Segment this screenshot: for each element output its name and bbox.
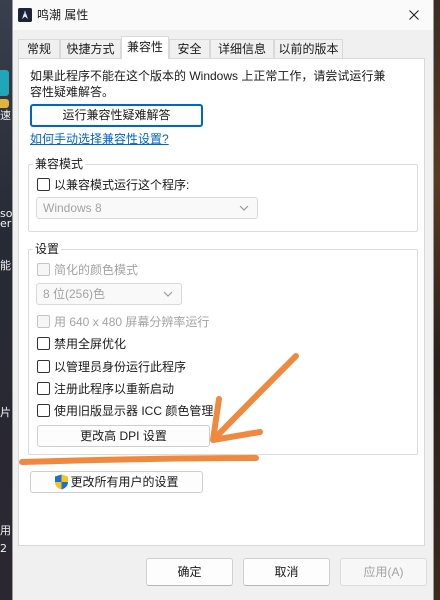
desktop-label-fragment: 2: [0, 542, 7, 555]
tab-compatibility[interactable]: 兼容性: [121, 36, 169, 59]
checkbox-label: 注册此程序以重新启动: [54, 381, 175, 396]
reduced-color-checkbox[interactable]: [37, 262, 50, 276]
apply-button[interactable]: 应用(A): [340, 558, 427, 586]
window-title: 鸣潮 属性: [37, 8, 89, 22]
intro-line: 如果此程序不能在这个版本的 Windows 上正常工作，请尝试运行兼: [30, 69, 386, 83]
group-title: 兼容模式: [33, 156, 86, 172]
chevron-down-icon: [239, 205, 249, 211]
run-as-admin-checkbox[interactable]: [37, 359, 50, 373]
checkbox-label: 用 640 x 480 屏幕分辨率运行: [54, 314, 210, 329]
properties-dialog: 鸣潮 属性 常规 快捷方式 兼容性 安全 详细信息 以前的版本 如果此程序不能在…: [12, 0, 434, 600]
tab-shortcut[interactable]: 快捷方式: [60, 39, 121, 59]
select-value: 8 位(256)色: [43, 287, 106, 301]
uac-shield-icon: [55, 474, 69, 490]
chevron-down-icon: [163, 291, 173, 297]
register-restart-row[interactable]: 注册此程序以重新启动: [37, 380, 174, 396]
manual-settings-link[interactable]: 如何手动选择兼容性设置?: [30, 131, 169, 147]
compat-os-select[interactable]: Windows 8: [36, 197, 258, 219]
legacy-icc-row[interactable]: 使用旧版显示器 ICC 颜色管理: [37, 402, 213, 418]
ok-button[interactable]: 确定: [146, 558, 233, 586]
desktop-app-icon[interactable]: [0, 70, 9, 96]
change-all-users-button[interactable]: 更改所有用户的设置: [30, 471, 203, 493]
legacy-icc-checkbox[interactable]: [37, 403, 50, 417]
tab-general[interactable]: 常规: [18, 39, 60, 59]
checkbox-label: 以管理员身份运行此程序: [54, 359, 187, 374]
title-bar[interactable]: 鸣潮 属性: [13, 0, 433, 30]
compatibility-panel: 如果此程序不能在这个版本的 Windows 上正常工作，请尝试运行兼 容性疑难解…: [18, 58, 425, 546]
checkbox-label: 简化的颜色模式: [54, 262, 139, 277]
intro-line: 容性疑难解答。: [30, 85, 115, 99]
run-troubleshooter-button[interactable]: 运行兼容性疑难解答: [30, 104, 203, 127]
low-resolution-checkbox[interactable]: [37, 314, 50, 328]
desktop-app-icon[interactable]: [0, 99, 9, 108]
change-high-dpi-button[interactable]: 更改高 DPI 设置: [37, 425, 210, 447]
color-depth-select[interactable]: 8 位(256)色: [36, 283, 182, 305]
app-icon: [18, 8, 32, 22]
compat-mode-checkbox-row[interactable]: 以兼容模式运行这个程序:: [37, 176, 189, 192]
checkbox-label: 禁用全屏优化: [54, 336, 127, 351]
desktop-background-right: [434, 0, 440, 600]
desktop-label-fragment: 片: [0, 406, 11, 419]
compat-mode-group: 兼容模式 以兼容模式运行这个程序: Windows 8: [28, 156, 418, 232]
low-resolution-row[interactable]: 用 640 x 480 屏幕分辨率运行: [37, 313, 209, 329]
desktop-label-fragment: er: [0, 217, 12, 230]
desktop-label-fragment: 用: [0, 524, 11, 537]
checkbox-label: 以兼容模式运行这个程序:: [54, 177, 190, 192]
settings-group: 设置 简化的颜色模式 8 位(256)色 用 640 x 480 屏幕分辨率运行…: [28, 241, 418, 455]
group-title: 设置: [33, 241, 62, 257]
disable-fullscreen-opt-checkbox[interactable]: [37, 336, 50, 350]
run-as-admin-row[interactable]: 以管理员身份运行此程序: [37, 358, 186, 374]
compat-mode-checkbox[interactable]: [37, 177, 50, 191]
intro-text: 如果此程序不能在这个版本的 Windows 上正常工作，请尝试运行兼 容性疑难解…: [30, 68, 385, 100]
desktop-label-fragment: 速: [0, 109, 11, 122]
button-label: 更改所有用户的设置: [70, 474, 179, 489]
disable-fullscreen-opt-row[interactable]: 禁用全屏优化: [37, 335, 126, 351]
select-value: Windows 8: [43, 201, 102, 215]
tab-previous-versions[interactable]: 以前的版本: [274, 39, 343, 59]
close-button[interactable]: [394, 0, 434, 30]
screen: 速 so er 能 片 用 2 鸣潮 属性 常规 快捷方式 兼容性 安全 详细信…: [0, 0, 440, 600]
desktop-background-left: 速 so er 能 片 用 2: [0, 0, 12, 600]
tab-security[interactable]: 安全: [169, 39, 210, 59]
checkbox-label: 使用旧版显示器 ICC 颜色管理: [54, 403, 214, 418]
cancel-button[interactable]: 取消: [243, 558, 330, 586]
register-restart-checkbox[interactable]: [37, 381, 50, 395]
close-icon: [409, 10, 419, 20]
reduced-color-row[interactable]: 简化的颜色模式: [37, 261, 138, 277]
desktop-label-fragment: 能: [0, 259, 11, 272]
tab-details[interactable]: 详细信息: [210, 39, 274, 59]
